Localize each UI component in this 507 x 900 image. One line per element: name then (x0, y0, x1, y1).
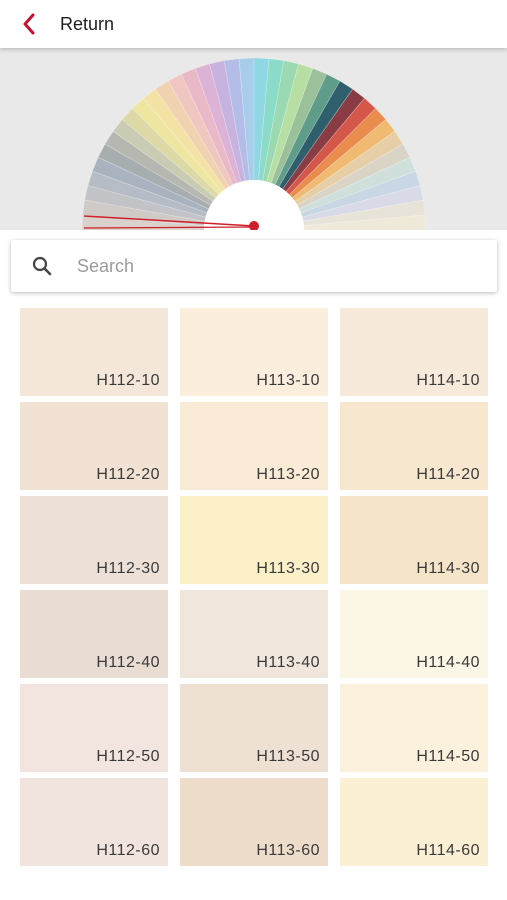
color-swatch[interactable]: H112-50 (20, 684, 168, 772)
color-swatch[interactable]: H114-40 (340, 590, 488, 678)
color-swatch[interactable]: H113-20 (180, 402, 328, 490)
swatch-code-label: H113-10 (256, 372, 320, 389)
color-swatch[interactable]: H114-50 (340, 684, 488, 772)
swatch-code-label: H112-30 (96, 560, 160, 577)
color-swatch[interactable]: H113-10 (180, 308, 328, 396)
swatch-code-label: H112-20 (96, 466, 160, 483)
swatch-code-label: H112-40 (96, 654, 160, 671)
swatch-code-label: H113-50 (256, 748, 320, 765)
color-swatch[interactable]: H114-20 (340, 402, 488, 490)
swatch-code-label: H113-40 (256, 654, 320, 671)
swatch-code-label: H112-10 (96, 372, 160, 389)
color-fan-deck[interactable] (0, 48, 507, 230)
color-swatch[interactable]: H113-60 (180, 778, 328, 866)
swatch-grid: H112-10 H113-10 H114-10 H112-20 H113-20 H114-… (20, 308, 488, 866)
color-swatch[interactable]: H112-20 (20, 402, 168, 490)
color-swatch[interactable]: H114-10 (340, 308, 488, 396)
search-icon (31, 254, 55, 278)
swatch-code-label: H113-30 (256, 560, 320, 577)
swatch-code-label: H113-20 (256, 466, 320, 483)
color-swatch[interactable]: H112-10 (20, 308, 168, 396)
return-button[interactable]: Return (0, 0, 114, 48)
color-fan[interactable] (0, 48, 507, 230)
swatch-code-label: H114-50 (416, 748, 480, 765)
search-input[interactable] (77, 255, 457, 277)
color-swatch[interactable]: H113-40 (180, 590, 328, 678)
color-swatch[interactable]: H113-50 (180, 684, 328, 772)
color-swatch[interactable]: H112-60 (20, 778, 168, 866)
swatch-code-label: H114-60 (416, 842, 480, 859)
color-swatch[interactable]: H113-30 (180, 496, 328, 584)
color-swatch[interactable]: H114-30 (340, 496, 488, 584)
swatch-code-label: H114-10 (416, 372, 480, 389)
chevron-left-icon (22, 12, 42, 36)
return-label: Return (60, 13, 115, 34)
swatch-code-label: H114-40 (416, 654, 480, 671)
swatch-code-label: H114-30 (416, 560, 480, 577)
search-box[interactable] (11, 240, 497, 292)
color-swatch[interactable]: H114-60 (340, 778, 488, 866)
swatch-code-label: H112-60 (96, 842, 160, 859)
swatch-code-label: H112-50 (96, 748, 160, 765)
top-bar: Return (0, 0, 507, 48)
color-swatch[interactable]: H112-40 (20, 590, 168, 678)
swatch-code-label: H113-60 (256, 842, 320, 859)
swatch-code-label: H114-20 (416, 466, 480, 483)
color-swatch[interactable]: H112-30 (20, 496, 168, 584)
